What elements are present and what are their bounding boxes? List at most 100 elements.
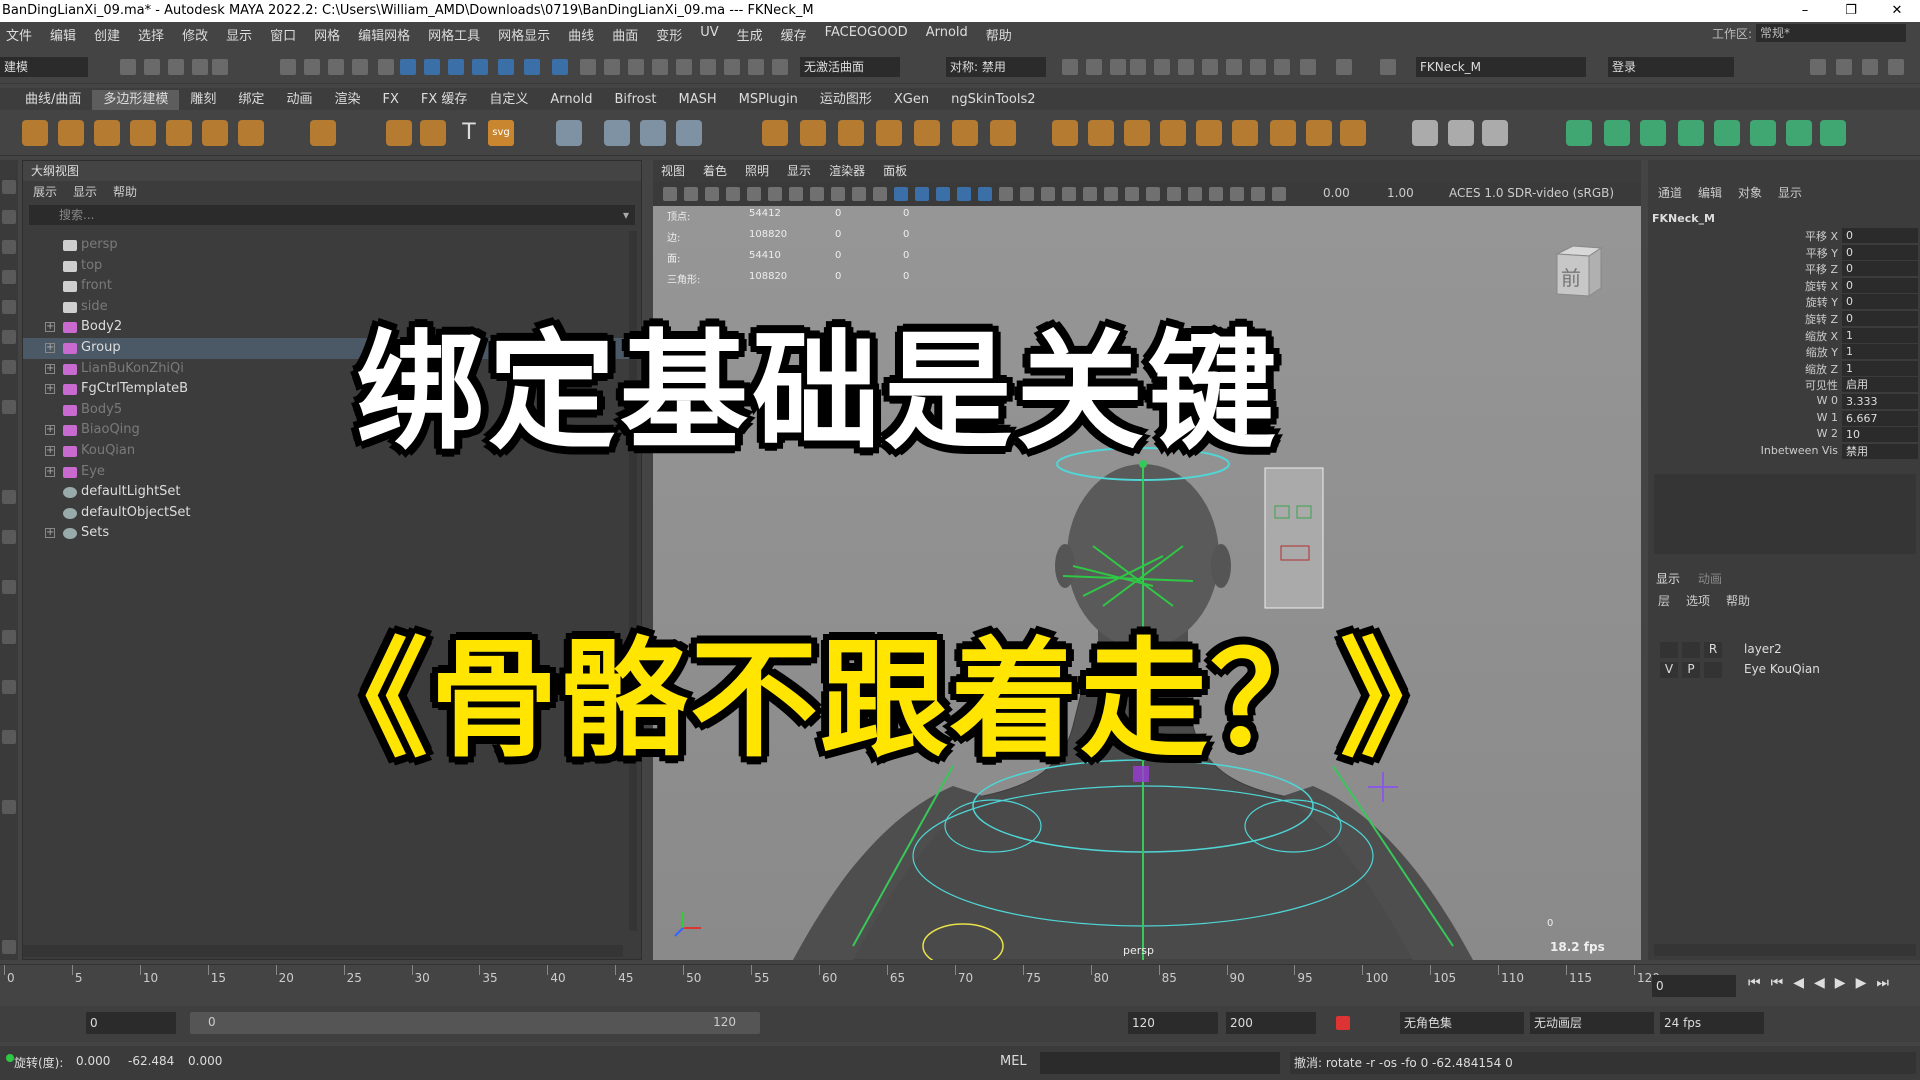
menu-item-14[interactable]: UV xyxy=(700,25,718,44)
toolbox-tool-icon[interactable] xyxy=(2,330,16,344)
anim-layer-dropdown[interactable]: 无动画层 xyxy=(1530,1012,1654,1034)
viewport-tool-icon[interactable] xyxy=(684,187,698,201)
shelf-tool-icon[interactable] xyxy=(1820,120,1846,146)
viewport-menu-1[interactable]: 着色 xyxy=(703,160,727,182)
status-tool-icon[interactable] xyxy=(604,59,620,75)
status-tool-icon[interactable] xyxy=(400,59,416,75)
status-tool-icon[interactable] xyxy=(192,59,208,75)
symmetry-dropdown[interactable]: 对称: 禁用 xyxy=(946,57,1046,77)
outliner-item[interactable]: defaultObjectSet xyxy=(23,503,641,524)
viewport-tool-icon[interactable] xyxy=(936,187,950,201)
range-start-field[interactable]: 0 xyxy=(86,1012,176,1034)
channel-row[interactable]: Inbetween Vis 禁用 xyxy=(1648,443,1920,460)
viewport-menu-2[interactable]: 照明 xyxy=(745,160,769,182)
svg-tool-icon[interactable]: svg xyxy=(488,120,514,146)
rotate-z-value[interactable]: 0.000 xyxy=(188,1054,222,1068)
shelf-tab-12[interactable]: MSPlugin xyxy=(728,90,809,110)
shelf-tab-1[interactable]: 多边形建模 xyxy=(92,90,180,110)
channel-row[interactable]: W 1 6.667 xyxy=(1648,410,1920,427)
shelf-tool-icon[interactable] xyxy=(1124,120,1150,146)
viewport-tool-icon[interactable] xyxy=(705,187,719,201)
shelf-tab-14[interactable]: XGen xyxy=(883,90,940,110)
chevron-down-icon[interactable]: ▾ xyxy=(623,205,629,225)
shelf-tab-9[interactable]: Arnold xyxy=(539,90,603,110)
expand-icon[interactable]: + xyxy=(45,466,55,477)
channel-row[interactable]: 缩放 Y 1 xyxy=(1648,344,1920,360)
rotate-y-value[interactable]: -62.484 xyxy=(128,1054,174,1068)
channel-row[interactable]: 可见性 启用 xyxy=(1648,377,1920,393)
channel-value[interactable]: 0 xyxy=(1842,228,1918,243)
viewport-tool-icon[interactable] xyxy=(831,187,845,201)
shelf-tool-icon[interactable] xyxy=(420,120,446,146)
status-tool-icon[interactable] xyxy=(748,59,764,75)
layer-playback-toggle[interactable]: P xyxy=(1682,662,1700,678)
shelf-tool-icon[interactable] xyxy=(238,120,264,146)
status-tool-icon[interactable] xyxy=(1110,59,1126,75)
shelf-tool-icon[interactable] xyxy=(1714,120,1740,146)
menu-item-2[interactable]: 创建 xyxy=(94,25,120,44)
shelf-tool-icon[interactable] xyxy=(556,120,582,146)
outliner-menu-0[interactable]: 展示 xyxy=(33,181,57,203)
viewport-tool-icon[interactable] xyxy=(1104,187,1118,201)
playback-button[interactable]: ▶ xyxy=(1856,975,1867,991)
status-tool-icon[interactable] xyxy=(352,59,368,75)
status-tool-icon[interactable] xyxy=(328,59,344,75)
viewport-tool-icon[interactable] xyxy=(789,187,803,201)
shelf-tool-icon[interactable] xyxy=(676,120,702,146)
layer-visibility-toggle[interactable]: V xyxy=(1660,662,1678,678)
object-name-field[interactable]: FKNeck_M xyxy=(1416,57,1586,77)
viewport-tool-icon[interactable] xyxy=(663,187,677,201)
toolbox-tool-icon[interactable] xyxy=(2,180,16,194)
channel-value[interactable]: 0 xyxy=(1842,294,1918,310)
status-tool-icon[interactable] xyxy=(498,59,514,75)
channel-row[interactable]: 旋转 X 0 xyxy=(1648,277,1920,294)
channel-value[interactable]: 1 xyxy=(1842,344,1918,360)
shelf-tool-icon[interactable] xyxy=(1270,120,1296,146)
menu-item-6[interactable]: 窗口 xyxy=(270,25,296,44)
viewport-tool-icon[interactable] xyxy=(768,187,782,201)
rotate-x-value[interactable]: 0.000 xyxy=(76,1054,110,1068)
status-tool-icon[interactable] xyxy=(472,59,488,75)
menu-item-16[interactable]: 缓存 xyxy=(781,25,807,44)
close-button[interactable]: ✕ xyxy=(1874,0,1920,22)
outliner-menu-1[interactable]: 显示 xyxy=(73,181,97,203)
status-tool-icon[interactable] xyxy=(120,59,136,75)
viewport-tool-icon[interactable] xyxy=(1209,187,1223,201)
shelf-tab-3[interactable]: 绑定 xyxy=(227,90,275,110)
channel-row[interactable]: 旋转 Z 0 xyxy=(1648,311,1920,327)
shelf-tool-icon[interactable] xyxy=(800,120,826,146)
menu-item-7[interactable]: 网格 xyxy=(314,25,340,44)
viewport-tool-icon[interactable] xyxy=(915,187,929,201)
viewport-menu-5[interactable]: 面板 xyxy=(883,160,907,182)
status-tool-icon[interactable] xyxy=(424,59,440,75)
menu-item-9[interactable]: 网格工具 xyxy=(428,25,480,44)
anim-end-field[interactable]: 200 xyxy=(1226,1012,1316,1034)
layer-row[interactable]: V P Eye KouQian xyxy=(1654,660,1916,680)
status-tool-icon[interactable] xyxy=(772,59,788,75)
menu-item-18[interactable]: Arnold xyxy=(926,25,968,44)
channel-row[interactable]: W 2 10 xyxy=(1648,427,1920,443)
shelf-tool-icon[interactable] xyxy=(1088,120,1114,146)
channel-menu-3[interactable]: 显示 xyxy=(1778,184,1802,201)
viewport-tool-icon[interactable] xyxy=(810,187,824,201)
playback-button[interactable]: ⏮ xyxy=(1771,975,1784,991)
outliner-item[interactable]: persp xyxy=(23,235,641,256)
viewport-tool-icon[interactable] xyxy=(999,187,1013,201)
toolbox-tool-icon[interactable] xyxy=(2,360,16,374)
shelf-tool-icon[interactable] xyxy=(310,120,336,146)
menu-item-11[interactable]: 曲线 xyxy=(568,25,594,44)
menu-item-19[interactable]: 帮助 xyxy=(986,25,1012,44)
shelf-tab-11[interactable]: MASH xyxy=(667,90,727,110)
viewport-menu-3[interactable]: 显示 xyxy=(787,160,811,182)
viewport-tool-icon[interactable] xyxy=(1083,187,1097,201)
shelf-tool-icon[interactable] xyxy=(838,120,864,146)
status-tool-icon[interactable] xyxy=(1274,59,1290,75)
expand-icon[interactable]: + xyxy=(45,528,55,539)
gamma-value[interactable]: 1.00 xyxy=(1387,186,1414,200)
status-tool-icon[interactable] xyxy=(1086,59,1102,75)
status-tool-icon[interactable] xyxy=(724,59,740,75)
viewport-tool-icon[interactable] xyxy=(873,187,887,201)
current-frame-field[interactable]: 0 xyxy=(1652,975,1736,997)
viewport-tool-icon[interactable] xyxy=(1167,187,1181,201)
viewport-tool-icon[interactable] xyxy=(1062,187,1076,201)
